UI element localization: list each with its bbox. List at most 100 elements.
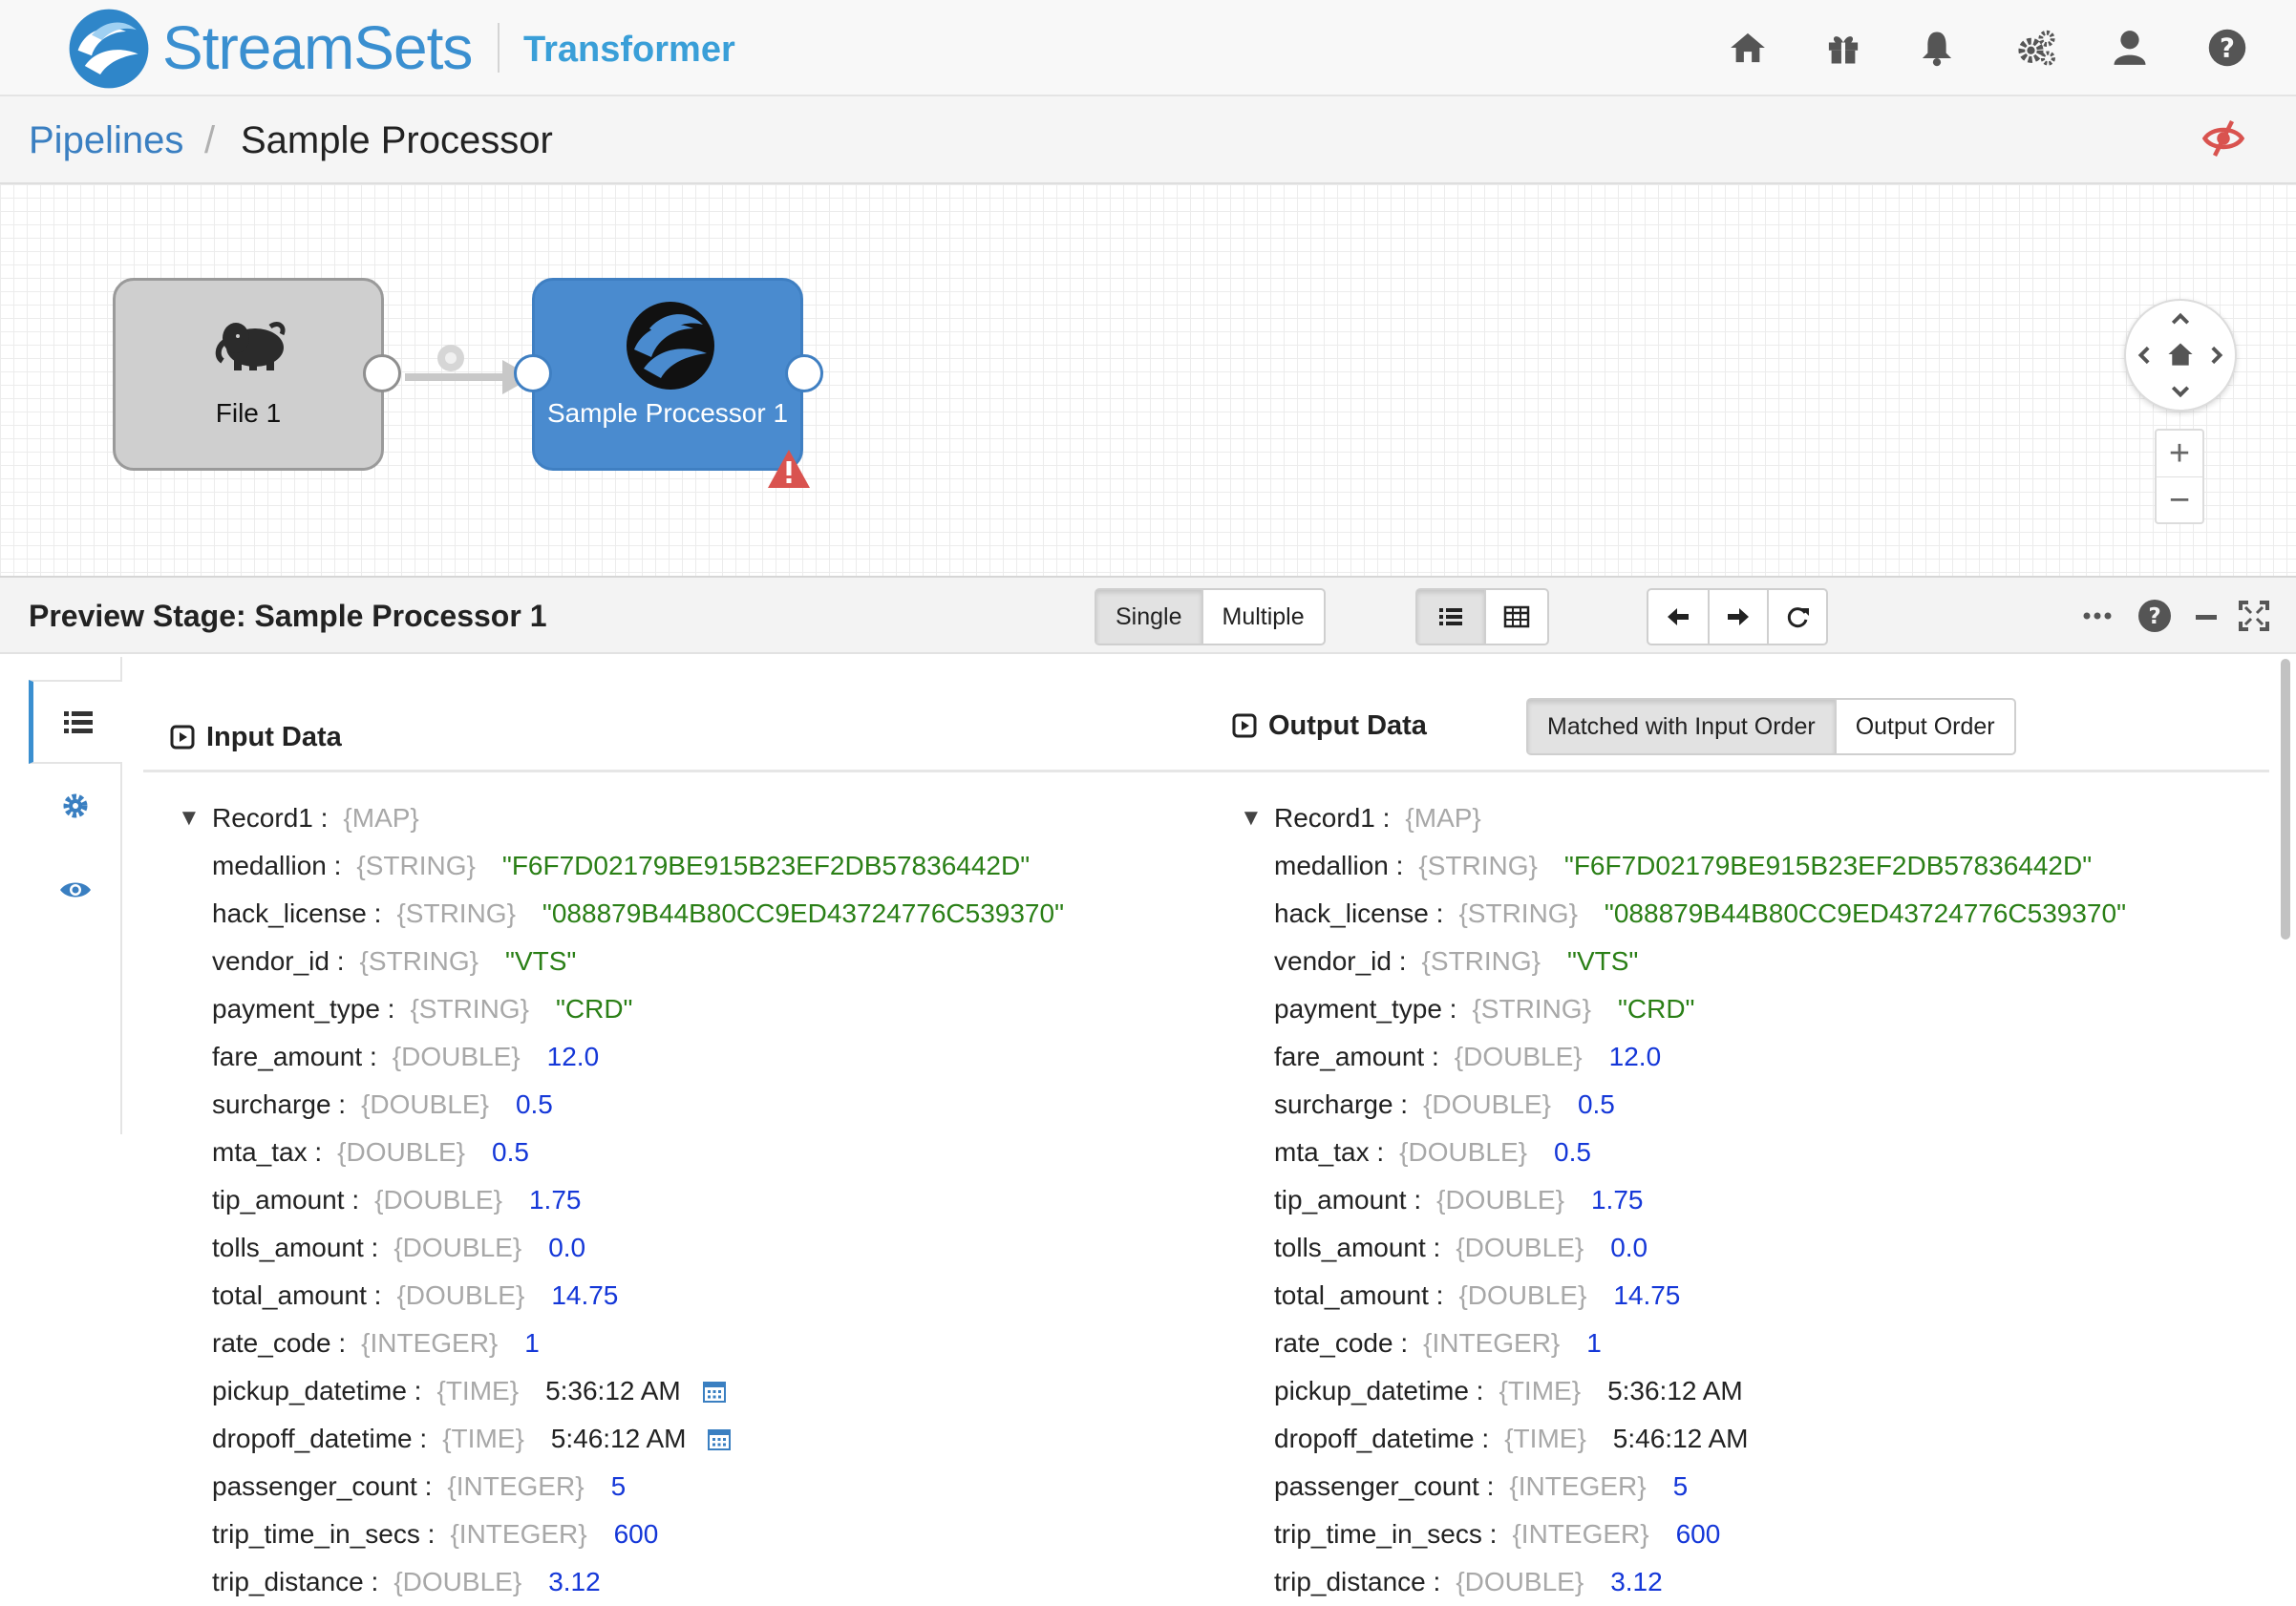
eye-slash-icon[interactable]	[2200, 116, 2246, 161]
field-row[interactable]: hack_license : {STRING} "088879B44B80CC9ED…	[1240, 890, 2271, 938]
field-type: {DOUBLE}	[1458, 1280, 1587, 1310]
field-type: {STRING}	[396, 898, 516, 928]
field-row[interactable]: tip_amount : {DOUBLE} 1.75	[1240, 1176, 2271, 1224]
field-name: trip_distance :	[1274, 1567, 1441, 1596]
caret-down-icon[interactable]: ▼	[1240, 805, 1274, 832]
stage-sample-processor-1[interactable]: Sample Processor 1	[532, 278, 803, 471]
calendar-icon[interactable]	[707, 1426, 732, 1451]
single-mode-button[interactable]: Single	[1096, 590, 1201, 644]
minimize-icon[interactable]	[2187, 597, 2225, 635]
output-order-button[interactable]: Output Order	[1834, 700, 2014, 753]
field-name: payment_type :	[1274, 994, 1457, 1024]
hadoop-elephant-icon	[215, 322, 286, 370]
field-name: tolls_amount :	[1274, 1233, 1441, 1262]
arrow-right-icon[interactable]	[1708, 590, 1767, 644]
home-icon[interactable]	[1727, 27, 1769, 69]
more-options-icon[interactable]	[2078, 597, 2116, 635]
field-name: mta_tax :	[1274, 1137, 1385, 1167]
arrow-left-icon[interactable]	[1648, 590, 1708, 644]
field-type: {INTEGER}	[361, 1328, 499, 1358]
field-name: dropoff_datetime :	[212, 1424, 428, 1453]
output-port[interactable]	[363, 354, 401, 392]
expand-icon[interactable]	[2235, 597, 2273, 635]
field-row[interactable]: fare_amount : {DOUBLE} 12.0	[178, 1033, 1209, 1081]
field-row[interactable]: dropoff_datetime : {TIME} 5:46:12 AM	[178, 1415, 1209, 1463]
field-row[interactable]: trip_time_in_secs : {INTEGER} 600	[178, 1511, 1209, 1558]
zoom-out-button[interactable]: −	[2157, 476, 2202, 522]
field-type: {STRING}	[1458, 898, 1578, 928]
field-type: {STRING}	[1418, 851, 1538, 880]
field-row[interactable]: mta_tax : {DOUBLE} 0.5	[178, 1129, 1209, 1176]
bell-icon[interactable]	[1916, 27, 1958, 69]
table-view-icon[interactable]	[1484, 590, 1547, 644]
record-header[interactable]: ▼ Record1 : {MAP}	[178, 794, 1209, 842]
field-row[interactable]: pickup_datetime : {TIME} 5:36:12 AM	[178, 1367, 1209, 1415]
matched-input-order-button[interactable]: Matched with Input Order	[1528, 700, 1835, 753]
field-name: surcharge :	[212, 1089, 347, 1119]
field-row[interactable]: mta_tax : {DOUBLE} 0.5	[1240, 1129, 2271, 1176]
warning-icon[interactable]	[766, 448, 812, 490]
output-data-header[interactable]: Output Data	[1232, 708, 1427, 743]
play-square-icon	[170, 725, 195, 750]
stage-label: File 1	[215, 398, 282, 428]
field-row[interactable]: total_amount : {DOUBLE} 14.75	[1240, 1272, 2271, 1320]
brand-name: StreamSets	[162, 13, 473, 82]
field-row[interactable]: surcharge : {DOUBLE} 0.5	[178, 1081, 1209, 1129]
calendar-icon[interactable]	[702, 1379, 727, 1404]
caret-down-icon[interactable]: ▼	[178, 805, 212, 832]
multiple-mode-button[interactable]: Multiple	[1201, 590, 1324, 644]
field-row[interactable]: rate_code : {INTEGER} 1	[178, 1320, 1209, 1367]
stage-file-1[interactable]: File 1	[113, 278, 384, 471]
field-value: 600	[1675, 1519, 1721, 1549]
gears-icon[interactable]	[2015, 27, 2057, 69]
input-port[interactable]	[514, 354, 552, 392]
streamsets-logo-icon[interactable]	[63, 6, 155, 92]
field-row[interactable]: vendor_id : {STRING} "VTS"	[1240, 938, 2271, 985]
field-row[interactable]: trip_time_in_secs : {INTEGER} 600	[1240, 1511, 2271, 1558]
field-row[interactable]: hack_license : {STRING} "088879B44B80CC9ED…	[178, 890, 1209, 938]
help-icon[interactable]: ?	[2136, 597, 2174, 635]
output-port[interactable]	[785, 354, 823, 392]
field-type: {STRING}	[356, 851, 476, 880]
field-type: {INTEGER}	[450, 1519, 587, 1549]
field-row[interactable]: passenger_count : {INTEGER} 5	[178, 1463, 1209, 1511]
user-icon[interactable]	[2109, 27, 2151, 69]
tab-preview-view[interactable]	[29, 848, 122, 932]
field-row[interactable]: tolls_amount : {DOUBLE} 0.0	[1240, 1224, 2271, 1272]
zoom-in-button[interactable]: +	[2157, 431, 2202, 476]
field-row[interactable]: vendor_id : {STRING} "VTS"	[178, 938, 1209, 985]
field-row[interactable]: rate_code : {INTEGER} 1	[1240, 1320, 2271, 1367]
pipeline-canvas[interactable]: File 1 Sample Processor 1 + −	[0, 184, 2296, 576]
field-row[interactable]: total_amount : {DOUBLE} 14.75	[178, 1272, 1209, 1320]
input-record-tree: ▼ Record1 : {MAP} medallion : {STRING} "F6…	[178, 794, 1209, 1606]
breadcrumb-pipelines-link[interactable]: Pipelines	[29, 117, 183, 163]
scrollbar[interactable]	[2281, 659, 2290, 940]
field-name: total_amount :	[1274, 1280, 1444, 1310]
field-row[interactable]: payment_type : {STRING} "CRD"	[178, 985, 1209, 1033]
field-row[interactable]: tip_amount : {DOUBLE} 1.75	[178, 1176, 1209, 1224]
tab-configuration[interactable]	[29, 764, 122, 848]
field-row[interactable]: fare_amount : {DOUBLE} 12.0	[1240, 1033, 2271, 1081]
refresh-icon[interactable]	[1767, 590, 1826, 644]
field-row[interactable]: trip_distance : {DOUBLE} 3.12	[1240, 1558, 2271, 1606]
field-row[interactable]: medallion : {STRING} "F6F7D02179BE915B23EF…	[178, 842, 1209, 890]
field-row[interactable]: dropoff_datetime : {TIME} 5:46:12 AM	[1240, 1415, 2271, 1463]
field-type: {DOUBLE}	[1456, 1567, 1584, 1596]
list-view-icon[interactable]	[1417, 590, 1484, 644]
tab-records[interactable]	[29, 680, 122, 764]
field-row[interactable]: payment_type : {STRING} "CRD"	[1240, 985, 2271, 1033]
pan-control[interactable]	[2124, 299, 2237, 412]
record-header[interactable]: ▼ Record1 : {MAP}	[1240, 794, 2271, 842]
field-name: medallion :	[1274, 851, 1404, 880]
gift-icon[interactable]	[1822, 27, 1864, 69]
field-row[interactable]: surcharge : {DOUBLE} 0.5	[1240, 1081, 2271, 1129]
field-row[interactable]: passenger_count : {INTEGER} 5	[1240, 1463, 2271, 1511]
input-data-header[interactable]: Input Data	[170, 720, 342, 754]
field-row[interactable]: pickup_datetime : {TIME} 5:36:12 AM	[1240, 1367, 2271, 1415]
field-row[interactable]: medallion : {STRING} "F6F7D02179BE915B23EF…	[1240, 842, 2271, 890]
field-row[interactable]: tolls_amount : {DOUBLE} 0.0	[178, 1224, 1209, 1272]
field-name: fare_amount :	[212, 1042, 377, 1071]
help-icon[interactable]: ?	[2206, 27, 2248, 69]
product-name: Transformer	[523, 30, 735, 70]
field-row[interactable]: trip_distance : {DOUBLE} 3.12	[178, 1558, 1209, 1606]
